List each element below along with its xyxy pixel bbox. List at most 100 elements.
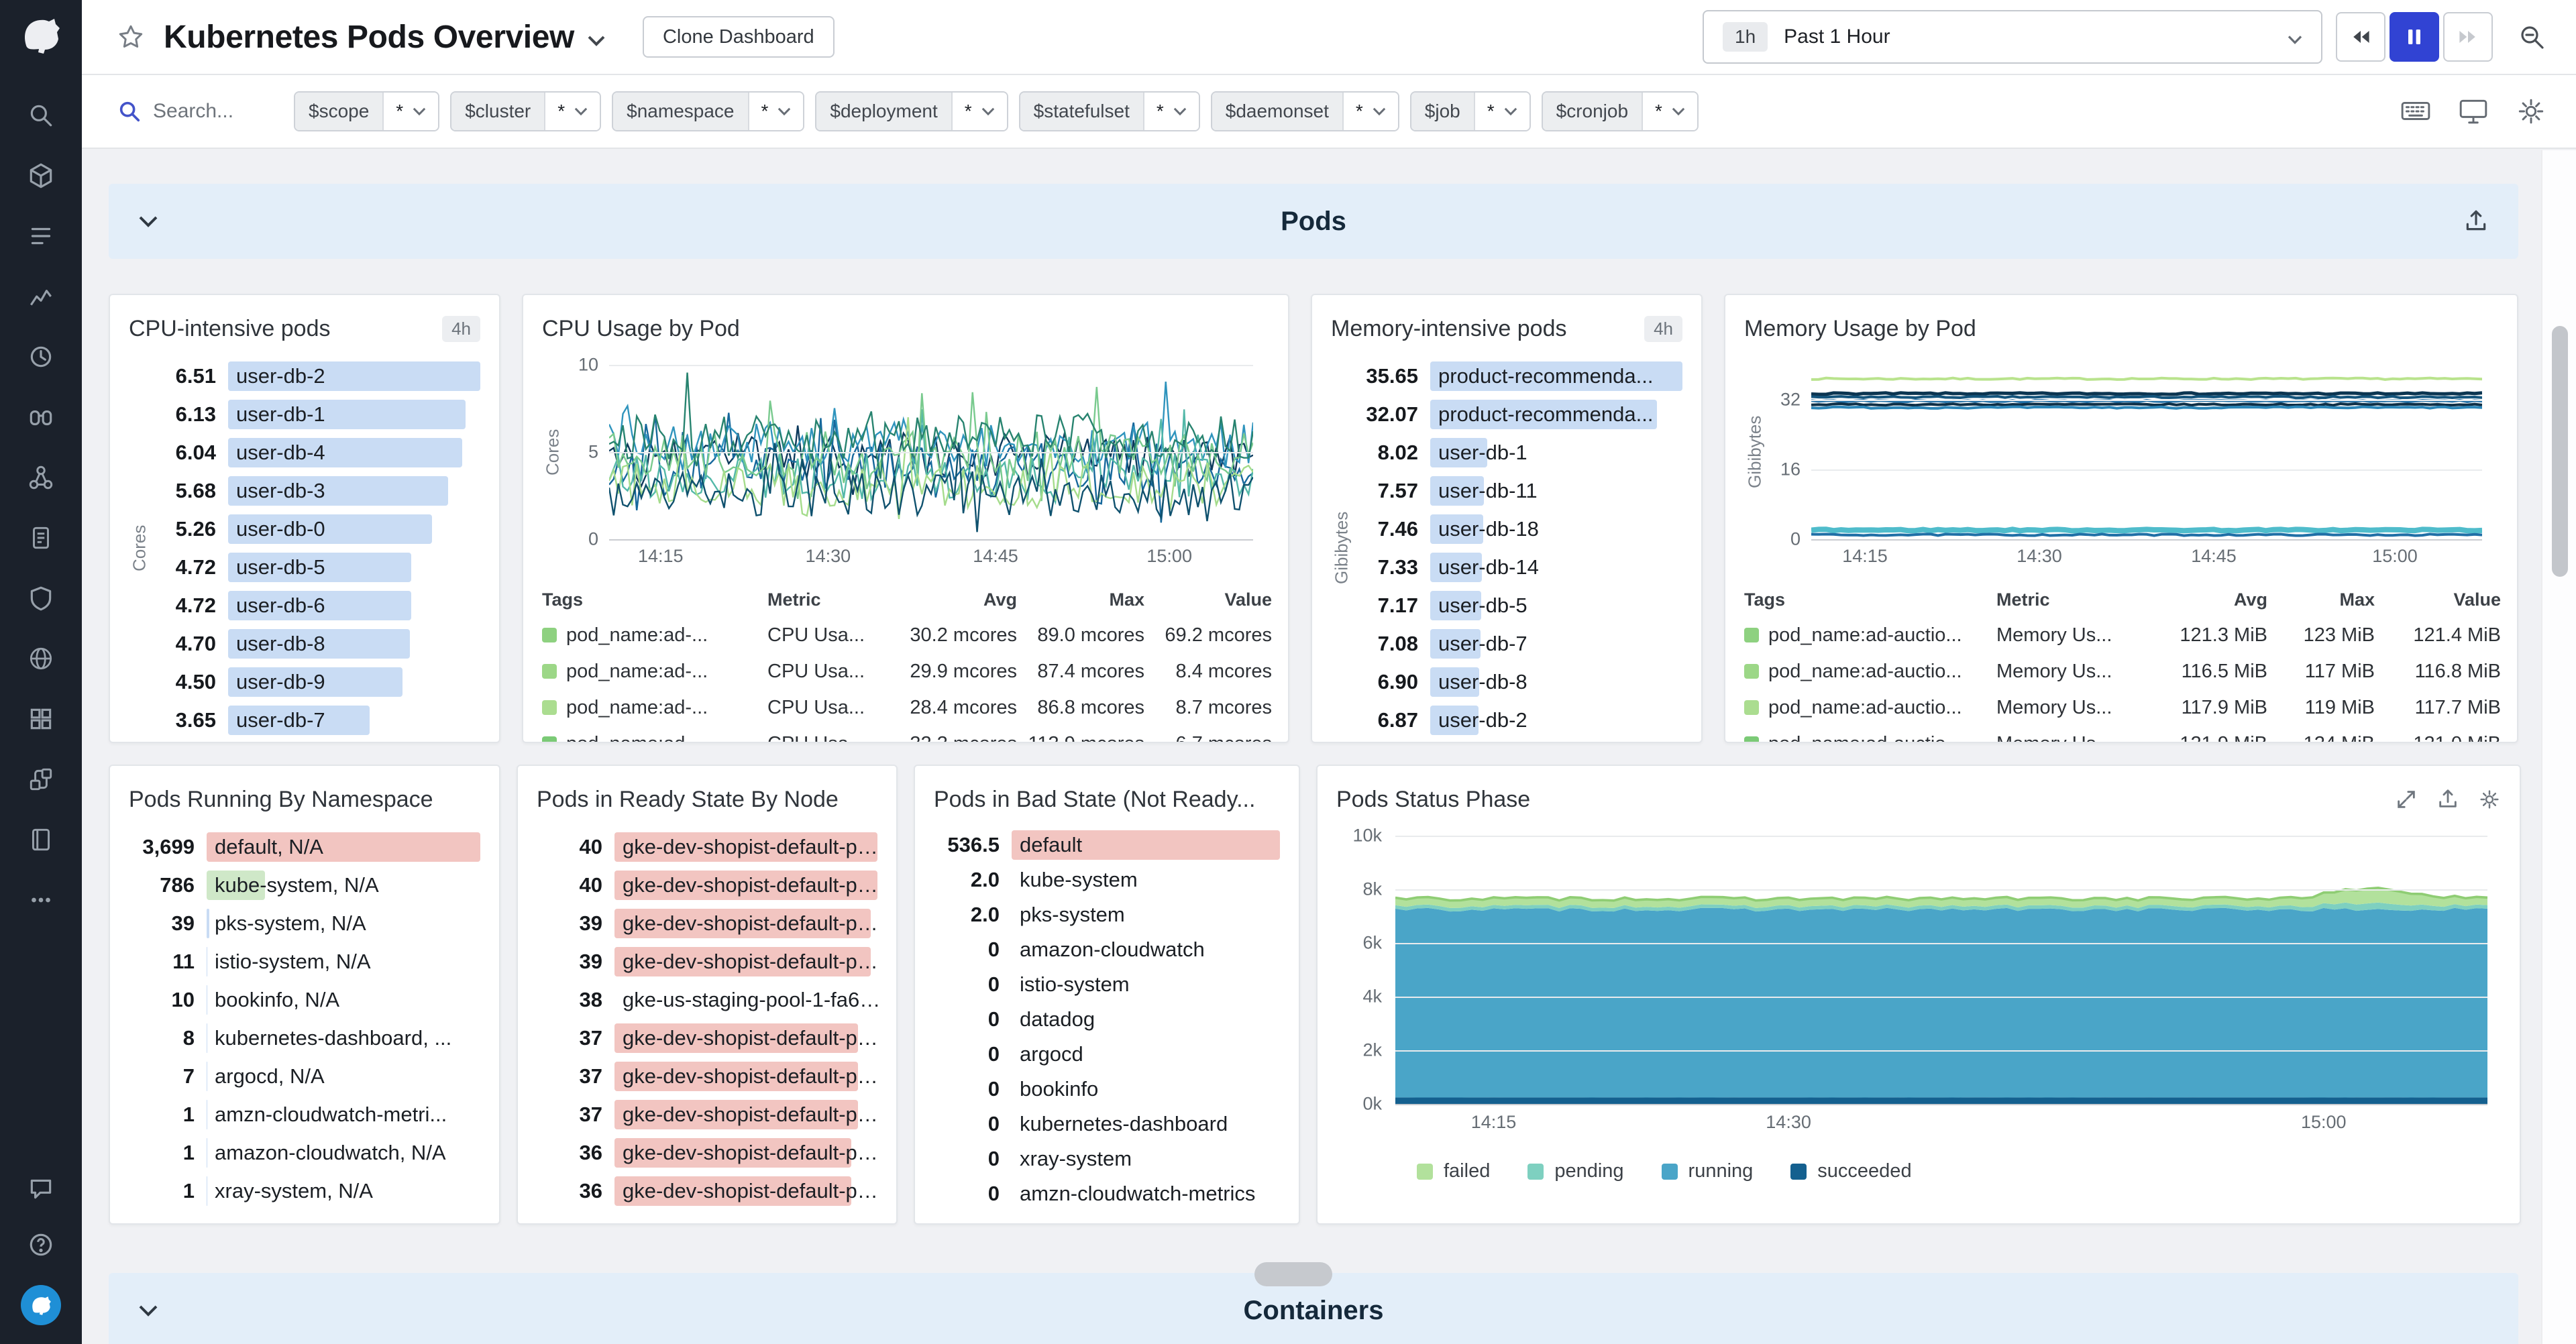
toplist-row[interactable]: 6.87user-db-2 <box>1352 701 1682 739</box>
toplist-row[interactable]: 3.65user-db-7 <box>150 701 480 739</box>
metrics-icon[interactable] <box>25 280 57 313</box>
toplist-row[interactable]: 6.13user-db-1 <box>150 395 480 433</box>
toplist-row[interactable]: 4.50user-db-9 <box>150 663 480 701</box>
legend-row-tag[interactable]: pod_name:ad-auctio... <box>1744 617 1996 653</box>
timeseries-plot[interactable] <box>1811 365 2482 539</box>
toplist-row[interactable]: 786kube-system, N/A <box>129 866 480 904</box>
chevron-down-icon[interactable] <box>588 27 605 52</box>
legend-row-tag[interactable]: pod_name:ad-... <box>542 617 767 653</box>
variable-value[interactable]: * <box>749 93 804 130</box>
vertical-scrollbar[interactable] <box>2541 150 2576 1344</box>
toplist-row[interactable]: 6.90user-db-8 <box>1352 663 1682 701</box>
section-header-pods[interactable]: Pods <box>109 184 2518 259</box>
toplist-row[interactable]: 7argocd, N/A <box>129 1057 480 1095</box>
toplist-row[interactable]: 39gke-dev-shopist-default-po... <box>537 904 877 942</box>
toplist-row[interactable]: 0amzn-cloudwatch-metrics <box>934 1176 1280 1211</box>
logs-icon[interactable] <box>25 522 57 554</box>
events-icon[interactable] <box>25 220 57 252</box>
toplist-row[interactable]: 6.04user-db-4 <box>150 433 480 471</box>
toplist-row[interactable]: 2.0kube-system <box>934 862 1280 897</box>
variable-value[interactable]: * <box>1144 93 1199 130</box>
security-icon[interactable] <box>25 582 57 614</box>
toplist-row[interactable]: 4.70user-db-8 <box>150 624 480 663</box>
toplist-row[interactable]: 1amzn-cloudwatch-metri... <box>129 1095 480 1133</box>
toplist-row[interactable]: 39gke-dev-shopist-default-po... <box>537 942 877 981</box>
variable-value[interactable]: * <box>545 93 600 130</box>
toplist-row[interactable]: 0datadog <box>934 1002 1280 1037</box>
infrastructure-icon[interactable] <box>25 160 57 192</box>
variable-value[interactable]: * <box>384 93 438 130</box>
legend-item-succeeded[interactable]: succeeded <box>1790 1160 1911 1182</box>
toplist-row[interactable]: 536.5default <box>934 828 1280 862</box>
toplist-row[interactable]: 7.46user-db-18 <box>1352 510 1682 548</box>
timeseries-plot[interactable] <box>609 365 1253 539</box>
template-variable-cluster[interactable]: $cluster* <box>450 91 601 131</box>
toplist-row[interactable]: 37gke-dev-shopist-default-po... <box>537 1057 877 1095</box>
settings-gear-icon[interactable] <box>2516 96 2546 127</box>
network-icon[interactable] <box>25 461 57 494</box>
datadog-logo[interactable] <box>18 13 64 62</box>
toplist-row[interactable]: 3,699default, N/A <box>129 828 480 866</box>
toplist-row[interactable]: 8kubernetes-dashboard, ... <box>129 1019 480 1057</box>
export-icon[interactable] <box>2436 788 2459 811</box>
toplist-row[interactable]: 35.65product-recommenda... <box>1352 357 1682 395</box>
toplist-row[interactable]: 5.26user-db-0 <box>150 510 480 548</box>
legend-row-tag[interactable]: pod_name:ad-auctio... <box>1744 653 1996 689</box>
variable-value[interactable]: * <box>1475 93 1529 130</box>
toplist-row[interactable]: 40gke-dev-shopist-default-po... <box>537 828 877 866</box>
favorite-star-icon[interactable] <box>117 23 145 51</box>
fullscreen-icon[interactable] <box>2395 788 2418 811</box>
toplist-row[interactable]: 11istio-system, N/A <box>129 942 480 981</box>
toplist-row[interactable]: 37gke-dev-shopist-default-po... <box>537 1019 877 1057</box>
watchdog-icon[interactable] <box>25 401 57 433</box>
stacked-area-plot[interactable] <box>1395 836 2487 1104</box>
template-variable-scope[interactable]: $scope* <box>294 91 439 131</box>
legend-row-tag[interactable]: pod_name:ad-... <box>542 689 767 726</box>
monitors-icon[interactable] <box>25 341 57 373</box>
user-avatar[interactable] <box>21 1285 61 1325</box>
legend-item-failed[interactable]: failed <box>1417 1160 1490 1182</box>
toplist-row[interactable]: 32.07product-recommenda... <box>1352 395 1682 433</box>
legend-row-tag[interactable]: pod_name:ad-... <box>542 726 767 743</box>
toplist-row[interactable]: 39pks-system, N/A <box>129 904 480 942</box>
toplist-row[interactable]: 36gke-dev-shopist-default-po... <box>537 1172 877 1210</box>
legend-row-tag[interactable]: pod_name:ad-auctio <box>1744 726 1996 743</box>
template-variable-job[interactable]: $job* <box>1410 91 1531 131</box>
rewind-button[interactable] <box>2336 12 2385 62</box>
toplist-row[interactable]: 5.68user-db-3 <box>150 471 480 510</box>
dashboard-title[interactable]: Kubernetes Pods Overview <box>164 19 574 56</box>
toplist-row[interactable]: 7.33user-db-14 <box>1352 548 1682 586</box>
tv-mode-icon[interactable] <box>2458 96 2489 127</box>
toplist-row[interactable]: 1xray-system, N/A <box>129 1172 480 1210</box>
toplist-row[interactable]: 40gke-dev-shopist-default-po... <box>537 866 877 904</box>
legend-item-running[interactable]: running <box>1662 1160 1754 1182</box>
keyboard-shortcuts-icon[interactable] <box>2400 96 2431 127</box>
toplist-row[interactable]: 7.08user-db-7 <box>1352 624 1682 663</box>
variable-value[interactable]: * <box>1643 93 1697 130</box>
template-variable-cronjob[interactable]: $cronjob* <box>1542 91 1699 131</box>
toplist-row[interactable]: 7.17user-db-5 <box>1352 586 1682 624</box>
clone-dashboard-button[interactable]: Clone Dashboard <box>643 16 835 58</box>
toplist-row[interactable]: 0argocd <box>934 1037 1280 1072</box>
collapse-chevron-icon[interactable] <box>138 1304 158 1317</box>
more-icon[interactable] <box>25 884 57 916</box>
template-variable-daemonset[interactable]: $daemonset* <box>1211 91 1399 131</box>
collapse-chevron-icon[interactable] <box>138 215 158 228</box>
synthetics-icon[interactable] <box>25 642 57 675</box>
legend-row-tag[interactable]: pod_name:ad-auctio... <box>1744 689 1996 726</box>
export-icon[interactable] <box>2463 209 2489 234</box>
notebooks-icon[interactable] <box>25 824 57 856</box>
search-icon[interactable] <box>25 99 57 131</box>
legend-row-tag[interactable]: pod_name:ad-... <box>542 653 767 689</box>
gear-icon[interactable] <box>2478 788 2501 811</box>
zoom-out-icon[interactable] <box>2517 22 2546 52</box>
integrations-icon[interactable] <box>25 763 57 795</box>
forward-button[interactable] <box>2443 12 2493 62</box>
chat-icon[interactable] <box>25 1172 57 1205</box>
toplist-row[interactable]: 0kubernetes-dashboard <box>934 1107 1280 1141</box>
toplist-row[interactable]: 0xray-system <box>934 1141 1280 1176</box>
vertical-scrollbar-thumb[interactable] <box>2552 326 2568 577</box>
dashboards-icon[interactable] <box>25 703 57 735</box>
toplist-row[interactable]: 8.02user-db-1 <box>1352 433 1682 471</box>
variable-value[interactable]: * <box>953 93 1007 130</box>
